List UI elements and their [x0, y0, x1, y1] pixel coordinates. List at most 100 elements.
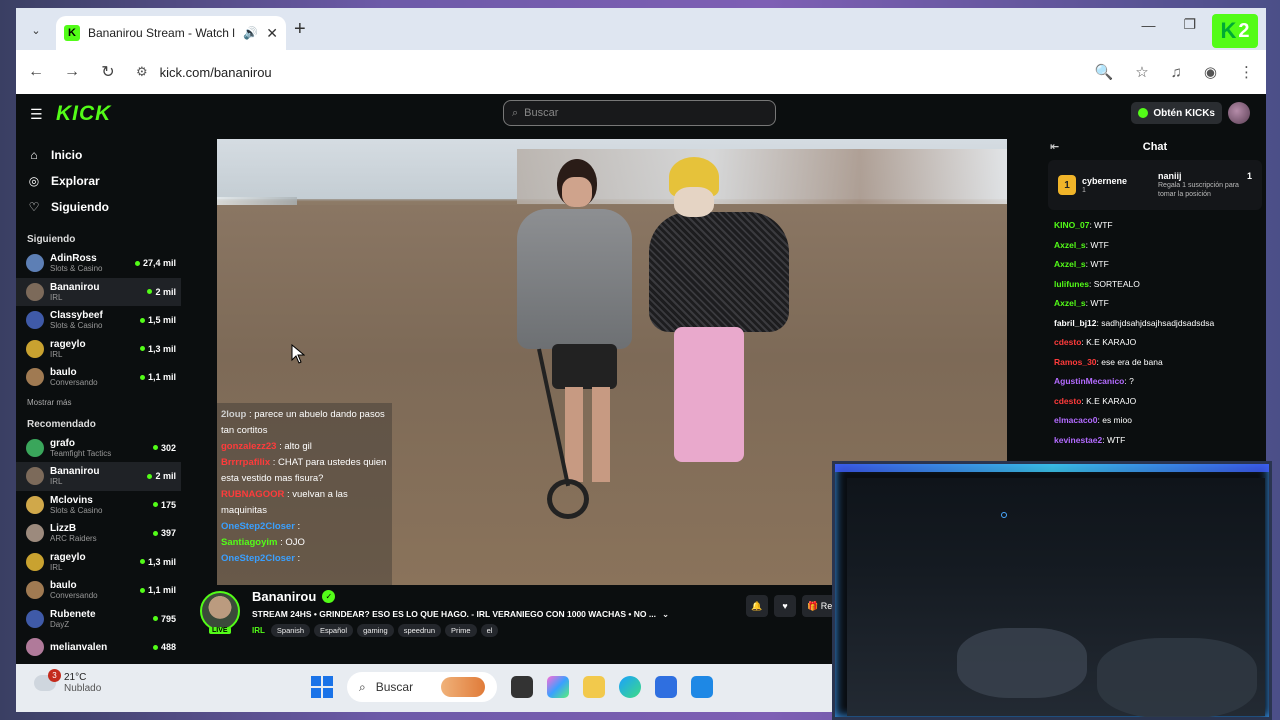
channel-row[interactable]: Classybeef Slots & Casino 1,5 mil [16, 306, 181, 335]
channel-avatar [26, 552, 44, 571]
profile-icon[interactable]: ◉ [1204, 63, 1217, 81]
new-tab-icon[interactable]: + [294, 18, 306, 41]
get-kicks-button[interactable]: Obtén KICKs [1131, 102, 1222, 124]
verified-icon: ✓ [322, 590, 336, 603]
overlay-chat-sep: : [270, 457, 279, 468]
chat-username[interactable]: Ramos_30 [1054, 357, 1097, 367]
channel-name: LizzB [50, 523, 77, 535]
gift-leaderboard[interactable]: 1 cybernene 1 naniij 1 Regala 1 suscripc… [1048, 160, 1262, 210]
back-icon[interactable]: ← [28, 63, 44, 81]
address-bar[interactable]: ⚙ kick.com/bananirou [136, 64, 1075, 80]
speaker-icon[interactable]: 🔊 [243, 26, 258, 40]
streamer-name[interactable]: Bananirou [252, 589, 316, 604]
main-nav: ⌂ Inicio ◎ Explorar ♡ Siguiendo [16, 134, 181, 220]
file-explorer-icon[interactable] [583, 676, 605, 698]
notification-bell-button[interactable]: 🔔 [746, 595, 768, 617]
chat-text: sadhjdsahjdsajhsadjdsadsdsa [1101, 317, 1215, 328]
copilot-icon[interactable] [547, 676, 569, 698]
collapse-chat-icon[interactable]: ⇤ [1050, 140, 1059, 153]
chat-username[interactable]: Axzel_s [1054, 259, 1086, 269]
stream-tags: IRL Spanish Español gaming speedrun Prime el [252, 624, 499, 637]
kick-search-input[interactable]: ⌕ Buscar [503, 100, 776, 126]
stream-tag[interactable]: el [480, 624, 499, 637]
channel-row[interactable]: Bananirou IRL 2 mil [16, 462, 181, 491]
channel-row[interactable]: rageylo IRL 1,3 mil [16, 335, 181, 364]
tab-strip: ⌄ K Bananirou Stream - Watch l 🔊 ✕ + — ❐… [16, 8, 1266, 50]
kick-topbar: ☰ KICK ⌕ Buscar Obtén KICKs [16, 94, 1266, 134]
reload-icon[interactable]: ↻ [100, 62, 116, 82]
task-view-icon[interactable] [511, 676, 533, 698]
weather-widget[interactable]: 3 21°C Nublado [34, 669, 101, 694]
media-control-icon[interactable]: ♫ [1171, 64, 1182, 81]
temperature: 21°C [64, 672, 87, 683]
channel-name: baulo [50, 580, 77, 592]
channel-category: Slots & Casino [50, 264, 103, 274]
channel-row[interactable]: melianvalen 488 [16, 633, 181, 662]
chat-username[interactable]: AgustinMecanico [1054, 376, 1124, 386]
channel-row[interactable]: baulo Conversando 1,1 mil [16, 576, 181, 605]
overlay-chat-user: OneStep2Closer [221, 521, 295, 532]
overlay-chat-text: OJO [285, 537, 305, 548]
overlay-chat-line: Brrrrpafilix : CHAT para ustedes quien e… [221, 455, 388, 487]
channel-info: baulo Conversando [50, 367, 140, 387]
tab-search-chevron-icon[interactable]: ⌄ [24, 18, 48, 42]
nav-item-siguiendo[interactable]: ♡ Siguiendo [27, 194, 181, 220]
stream-tag[interactable]: Español [314, 624, 354, 637]
chat-username[interactable]: elmacaco0 [1054, 415, 1097, 425]
channel-category: Teamfight Tactics [50, 448, 112, 458]
channel-row[interactable]: Rubenete DayZ 795 [16, 605, 181, 634]
chat-username[interactable]: lulifunes [1054, 279, 1089, 289]
chat-username[interactable]: cdesto [1054, 396, 1081, 406]
minimize-icon[interactable]: — [1141, 17, 1155, 33]
channel-name: Classybeef [50, 310, 103, 322]
bookmark-star-icon[interactable]: ☆ [1135, 63, 1148, 81]
stream-tag[interactable]: Spanish [270, 624, 310, 637]
channel-row[interactable]: grafo Teamfight Tactics 302 [16, 434, 181, 463]
follow-heart-button[interactable]: ♥ [774, 595, 796, 617]
chat-username[interactable]: Axzel_s [1054, 240, 1086, 250]
chat-username[interactable]: fabril_bj12 [1054, 318, 1097, 328]
hamburger-menu-icon[interactable]: ☰ [30, 106, 43, 123]
taskbar-search[interactable]: ⌕ Buscar [347, 672, 497, 702]
nav-item-explorar[interactable]: ◎ Explorar [27, 168, 181, 194]
outlook-icon[interactable] [691, 676, 713, 698]
stream-tag[interactable]: speedrun [397, 624, 441, 637]
channel-row[interactable]: Bananirou IRL 2 mil [16, 277, 181, 306]
show-more-link[interactable]: Mostrar más [16, 392, 181, 411]
chat-username[interactable]: Axzel_s [1054, 298, 1086, 308]
channel-row[interactable]: Mclovins Slots & Casino 175 [16, 491, 181, 520]
forward-icon[interactable]: → [64, 63, 80, 81]
windows-start-icon[interactable] [311, 676, 333, 698]
stream-overlay-chat: 2loup : parece un abuelo dando pasos tan… [217, 403, 392, 585]
stream-tag[interactable]: gaming [357, 624, 394, 637]
chat-username[interactable]: KINO_07 [1054, 220, 1089, 230]
live-badge: LIVE [209, 627, 231, 634]
user-avatar[interactable] [1228, 102, 1250, 124]
zoom-icon[interactable]: 🔍 [1095, 63, 1114, 81]
menu-kebab-icon[interactable]: ⋮ [1239, 63, 1254, 81]
stream-category[interactable]: IRL [252, 626, 265, 635]
channel-info: baulo Conversando [50, 580, 140, 600]
kick-logo[interactable]: KICK [56, 102, 111, 126]
channel-row[interactable]: baulo Conversando 1,1 mil [16, 363, 181, 392]
channel-avatar [26, 495, 44, 514]
expand-title-chevron-icon[interactable]: ⌄ [662, 609, 669, 620]
close-tab-icon[interactable]: ✕ [266, 25, 278, 42]
chat-username[interactable]: cdesto [1054, 337, 1081, 347]
restore-icon[interactable]: ❐ [1183, 16, 1196, 33]
stream-tag[interactable]: Prime [445, 624, 477, 637]
kick-favicon-icon: K [64, 25, 80, 41]
site-settings-icon[interactable]: ⚙ [136, 64, 148, 80]
browser-tab[interactable]: K Bananirou Stream - Watch l 🔊 ✕ [56, 16, 286, 50]
chat-username[interactable]: kevinestae2 [1054, 435, 1102, 445]
channel-row[interactable]: rageylo IRL 1,3 mil [16, 548, 181, 577]
channel-info: Bananirou IRL [50, 466, 147, 486]
channel-category: IRL [50, 292, 63, 302]
channel-row[interactable]: AdinRoss Slots & Casino 27,4 mil [16, 249, 181, 278]
channel-name: Bananirou [50, 466, 100, 478]
store-icon[interactable] [655, 676, 677, 698]
channel-row[interactable]: LizzB ARC Raiders 397 [16, 519, 181, 548]
nav-item-inicio[interactable]: ⌂ Inicio [27, 142, 181, 168]
streamer-avatar[interactable] [200, 591, 240, 631]
edge-icon[interactable] [619, 676, 641, 698]
